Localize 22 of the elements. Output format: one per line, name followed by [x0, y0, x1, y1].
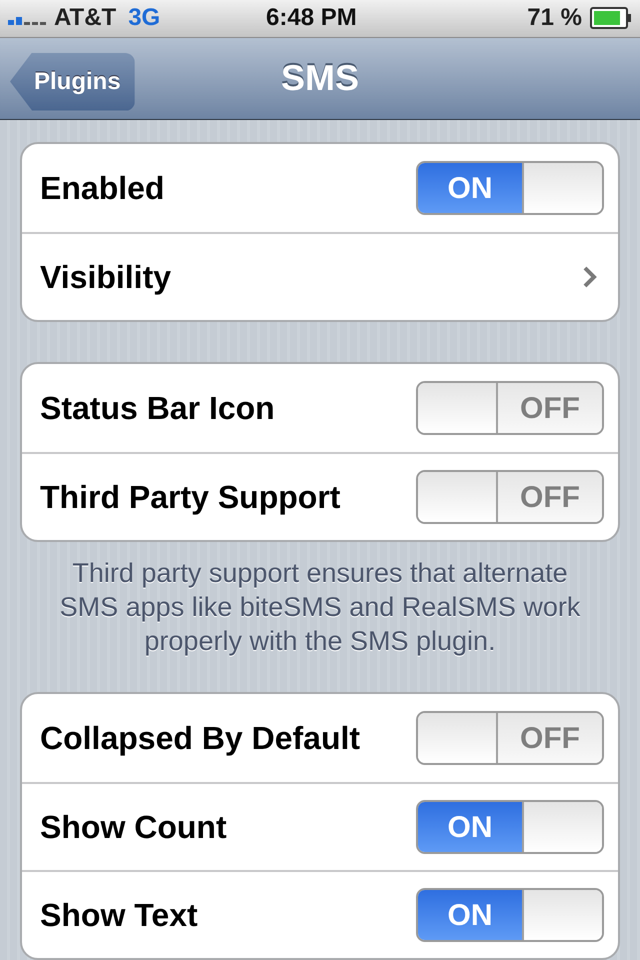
screen-title: SMS: [280, 56, 359, 100]
row-label: Third Party Support: [40, 478, 340, 517]
battery-percent: 71 %: [527, 3, 582, 34]
row-label: Collapsed By Default: [40, 719, 360, 758]
chevron-icon: [582, 265, 598, 289]
battery-icon: [590, 7, 632, 30]
row-label: Visibility: [40, 258, 172, 297]
footer-note: Third party support ensures that alternate SMS apps like biteSMS and RealSMS work properly with the SMS plugin.: [58, 557, 582, 658]
back-button[interactable]: Plugins: [10, 52, 135, 111]
toggle-switch[interactable]: OFF: [416, 381, 604, 435]
row-label: Enabled: [40, 169, 164, 208]
carrier-name: AT&T: [54, 3, 116, 34]
clock-time: 6:48 PM: [266, 3, 357, 34]
network-type: 3G: [128, 3, 160, 34]
toggle-switch[interactable]: ON: [416, 800, 604, 854]
toggle-switch[interactable]: ON: [416, 161, 604, 215]
toggle-switch[interactable]: OFF: [416, 711, 604, 765]
toggle-switch[interactable]: OFF: [416, 470, 604, 524]
toggle-switch[interactable]: ON: [416, 888, 604, 942]
row-label: Status Bar Icon: [40, 389, 275, 428]
row-label: Show Text: [40, 896, 198, 935]
row-label: Show Count: [40, 808, 227, 847]
